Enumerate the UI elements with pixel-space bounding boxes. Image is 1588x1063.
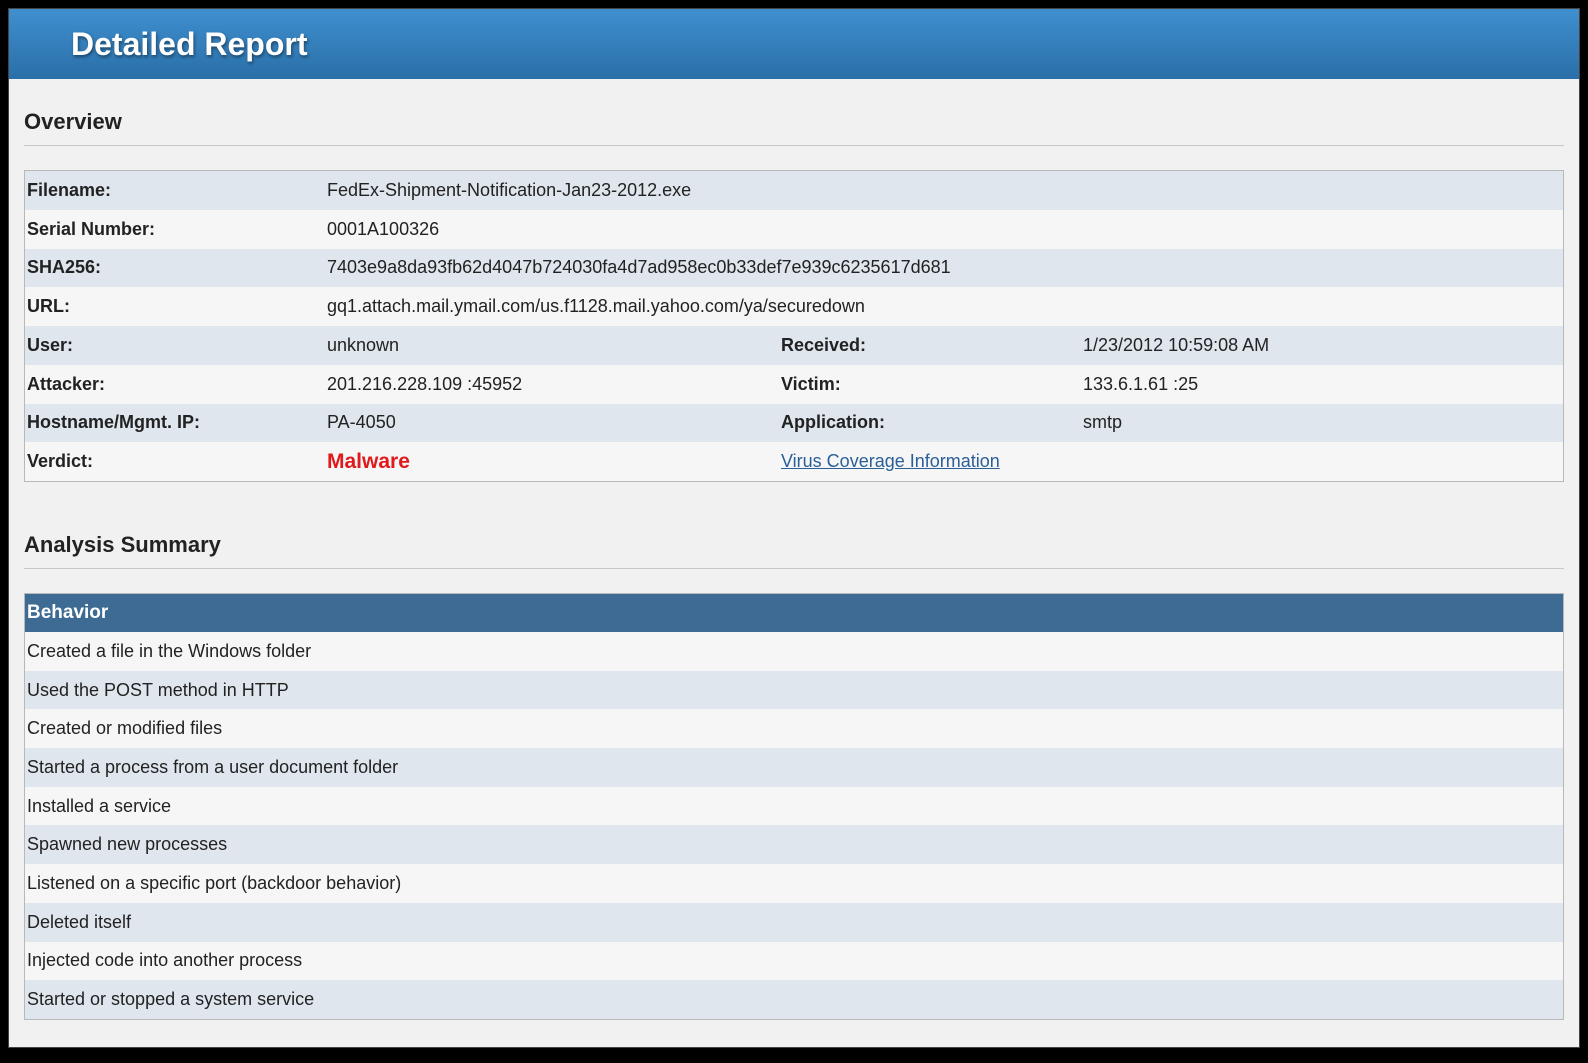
overview-heading: Overview [24,109,1564,146]
received-label: Received: [781,334,867,355]
received-value: 1/23/2012 10:59:08 AM [1083,334,1270,355]
url-label: URL: [27,296,70,317]
victim-value: 133.6.1.61 :25 [1083,373,1199,394]
behavior-header: Behavior [25,594,1563,632]
behavior-row: Used the POST method in HTTP [25,670,1563,710]
behavior-row: Installed a service [25,786,1563,826]
verdict-value: Malware [327,449,410,473]
serial-value: 0001A100326 [327,218,440,239]
title-bar: Detailed Report [9,9,1579,79]
filename-value: FedEx-Shipment-Notification-Jan23-2012.e… [327,179,692,200]
application-value: smtp [1083,412,1123,433]
behavior-row: Injected code into another process [25,941,1563,981]
attacker-label: Attacker: [27,373,106,394]
filename-label: Filename: [27,179,112,200]
verdict-label: Verdict: [27,451,94,472]
overview-row-verdict: Verdict: Malware Virus Coverage Informat… [25,442,1563,481]
behavior-row: Spawned new processes [25,825,1563,865]
overview-table: Filename: FedEx-Shipment-Notification-Ja… [24,170,1564,482]
overview-row-user: User: unknown Received: 1/23/2012 10:59:… [25,326,1563,365]
behavior-table: Behavior Created a file in the Windows f… [24,593,1564,1020]
overview-row-url: URL: gq1.attach.mail.ymail.com/us.f1128.… [25,287,1563,326]
report-content: Overview Filename: FedEx-Shipment-Notifi… [9,109,1579,1020]
url-value: gq1.attach.mail.ymail.com/us.f1128.mail.… [327,296,865,317]
overview-row-filename: Filename: FedEx-Shipment-Notification-Ja… [25,171,1563,210]
behavior-rows: Created a file in the Windows folder Used… [25,632,1563,1019]
behavior-row: Listened on a specific port (backdoor be… [25,864,1563,903]
report-window: Detailed Report Overview Filename: FedEx… [8,8,1580,1048]
hostname-value: PA-4050 [327,412,396,433]
serial-label: Serial Number: [27,218,156,239]
attacker-value: 201.216.228.109 :45952 [327,373,523,394]
overview-row-serial: Serial Number: 0001A100326 [25,209,1563,249]
application-label: Application: [781,412,885,433]
behavior-row: Deleted itself [25,902,1563,942]
overview-row-sha256: SHA256: 7403e9a8da93fb62d4047b724030fa4d… [25,248,1563,288]
virus-coverage-link[interactable]: Virus Coverage Information [781,451,1563,472]
behavior-row: Created or modified files [25,709,1563,749]
behavior-row: Created a file in the Windows folder [25,632,1563,671]
page-title: Detailed Report [71,25,308,62]
overview-row-attacker: Attacker: 201.216.228.109 :45952 Victim:… [25,364,1563,404]
victim-label: Victim: [781,373,841,394]
behavior-row: Started or stopped a system service [25,980,1563,1019]
sha256-value: 7403e9a8da93fb62d4047b724030fa4d7ad958ec… [327,257,951,278]
user-label: User: [27,334,74,355]
overview-row-hostname: Hostname/Mgmt. IP: PA-4050 Application: … [25,403,1563,443]
analysis-summary-heading: Analysis Summary [24,532,1564,569]
user-value: unknown [327,334,400,355]
behavior-row: Started a process from a user document f… [25,748,1563,787]
hostname-label: Hostname/Mgmt. IP: [27,412,201,433]
sha256-label: SHA256: [27,257,102,278]
